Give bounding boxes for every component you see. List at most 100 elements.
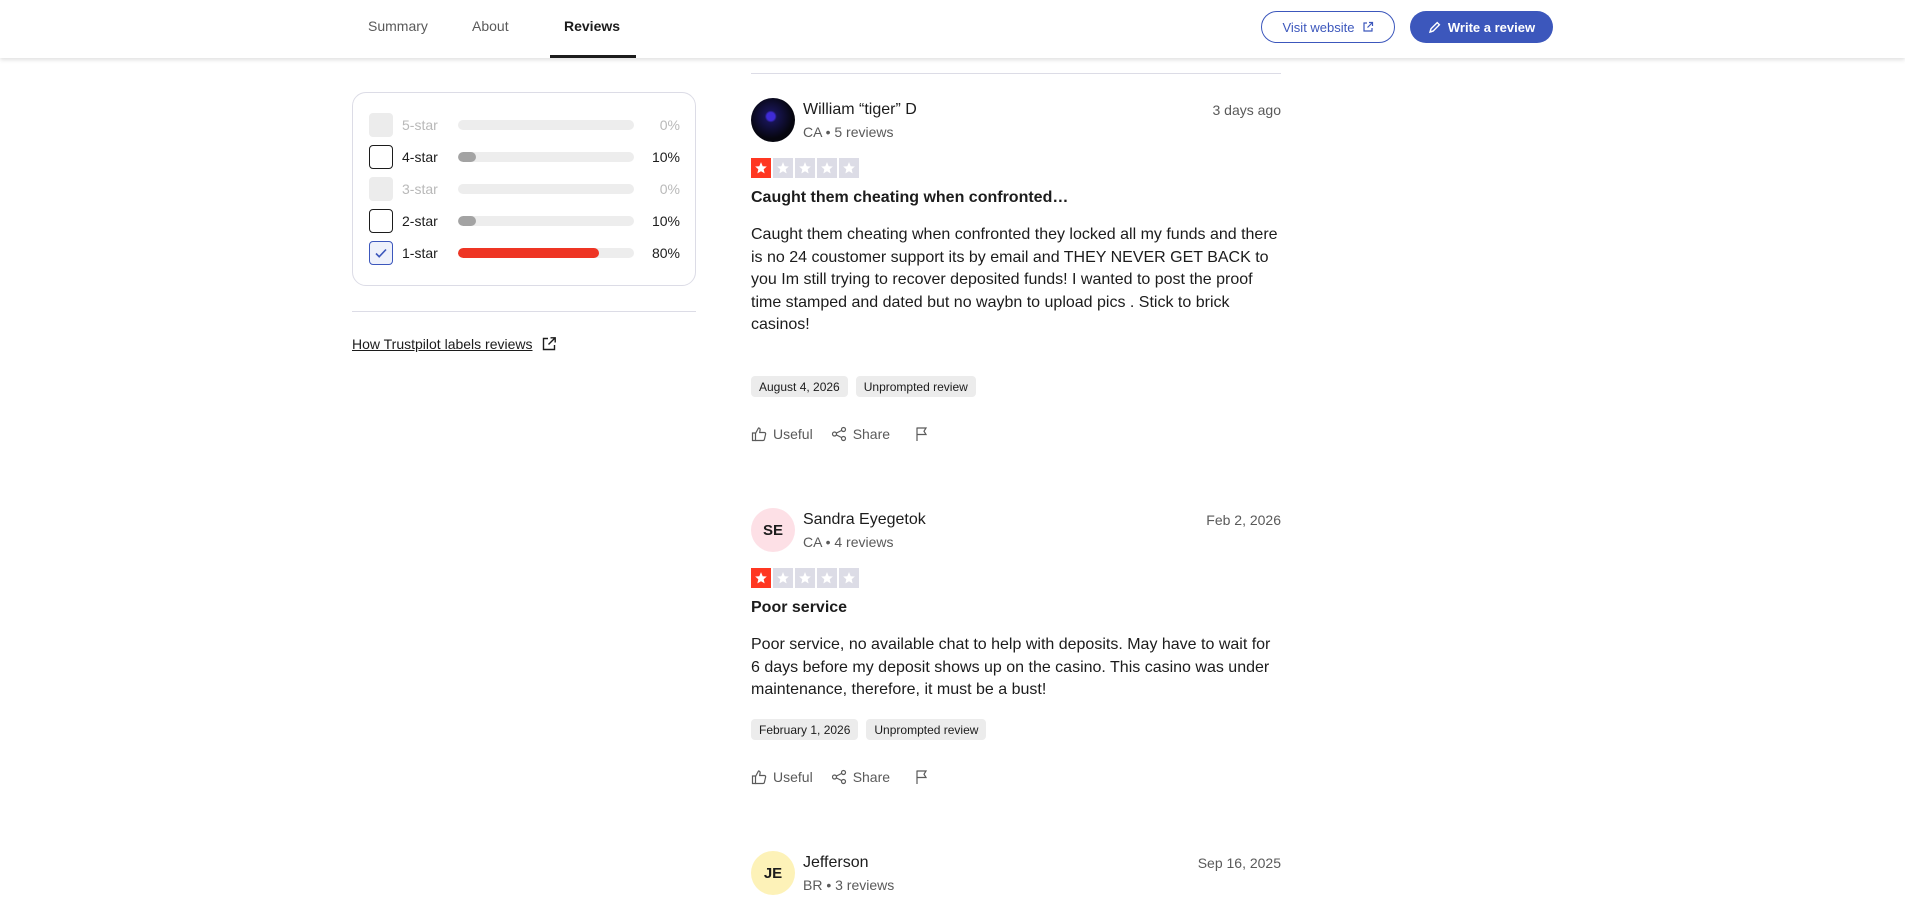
share-button[interactable]: Share: [831, 426, 890, 442]
star-icon: [795, 568, 815, 588]
filter-label: 4-star: [402, 149, 438, 165]
unprompted-review-badge[interactable]: Unprompted review: [866, 719, 987, 740]
review-actions: Useful Share: [751, 426, 930, 442]
star-rating: [751, 158, 859, 178]
report-flag-button[interactable]: [914, 426, 930, 442]
filter-bar-track: [458, 248, 634, 258]
filter-bar-fill: [458, 152, 476, 162]
filter-row-1-star[interactable]: 1-star 80%: [369, 240, 681, 266]
unprompted-review-badge[interactable]: Unprompted review: [855, 376, 976, 397]
tab-summary[interactable]: Summary: [352, 0, 448, 58]
thumbs-up-icon: [751, 770, 767, 785]
filter-row-4-star[interactable]: 4-star 10%: [369, 144, 681, 170]
filter-percent: 0%: [659, 181, 680, 197]
avatar[interactable]: JE: [751, 851, 795, 895]
reviewer-meta: BR • 3 reviews: [803, 877, 895, 893]
share-label: Share: [852, 426, 891, 442]
share-icon: [831, 769, 846, 785]
divider: [352, 311, 696, 312]
star-icon: [817, 158, 837, 178]
filter-row-2-star[interactable]: 2-star 10%: [369, 208, 681, 234]
filter-row-5-star[interactable]: 5-star 0%: [369, 112, 681, 138]
useful-button[interactable]: Useful: [751, 769, 813, 785]
filter-percent: 10%: [651, 213, 680, 229]
external-link-icon: [542, 337, 556, 351]
filter-bar-fill: [458, 248, 599, 258]
avatar[interactable]: [751, 98, 795, 142]
reviewer-meta: CA • 4 reviews: [803, 534, 894, 550]
review-actions: Useful Share: [751, 769, 930, 785]
review-date: Feb 2, 2026: [1206, 512, 1281, 528]
filter-percent: 80%: [651, 245, 680, 261]
section-tabs: Summary About Reviews: [352, 0, 636, 58]
filter-bar-track: [458, 120, 634, 130]
filter-percent: 10%: [651, 149, 680, 165]
write-review-button[interactable]: Write a review: [1410, 11, 1553, 43]
visit-website-button[interactable]: Visit website: [1261, 11, 1395, 43]
reviewer-name[interactable]: William “tiger” D: [803, 101, 917, 119]
avatar[interactable]: SE: [751, 508, 795, 552]
labels-link-text: How Trustpilot labels reviews: [352, 336, 533, 352]
divider: [751, 73, 1281, 74]
experience-date-badge: August 4, 2026: [751, 376, 848, 397]
star-icon: [817, 568, 837, 588]
star-icon: [773, 158, 793, 178]
reviewer-meta: CA • 5 reviews: [803, 124, 894, 140]
filter-checkbox-5-star[interactable]: [369, 113, 393, 137]
sticky-nav-bar: Summary About Reviews Visit website Writ…: [0, 0, 1905, 58]
filter-label: 3-star: [402, 181, 438, 197]
filter-label: 1-star: [402, 245, 438, 261]
review-title[interactable]: Poor service: [751, 599, 847, 617]
reviewer-name[interactable]: Jefferson: [803, 854, 869, 872]
star-icon: [751, 158, 771, 178]
filter-checkbox-1-star[interactable]: [369, 241, 393, 265]
useful-label: Useful: [773, 769, 813, 785]
filter-checkbox-4-star[interactable]: [369, 145, 393, 169]
thumbs-up-icon: [751, 427, 767, 442]
review-tags: February 1, 2026 Unprompted review: [751, 719, 987, 740]
reviewer-name[interactable]: Sandra Eyegetok: [803, 511, 926, 529]
share-icon: [831, 426, 846, 442]
review-body: Poor service, no available chat to help …: [751, 636, 1271, 698]
review-card: SE Sandra Eyegetok CA • 4 reviews Feb 2,…: [751, 508, 1281, 798]
filter-percent: 0%: [659, 117, 680, 133]
filter-bar-track: [458, 152, 634, 162]
tab-reviews[interactable]: Reviews: [550, 0, 636, 58]
review-title[interactable]: Caught them cheating when confronted…: [751, 189, 1068, 207]
share-label: Share: [852, 769, 891, 785]
checkmark-icon: [375, 248, 387, 258]
report-flag-button[interactable]: [914, 769, 930, 785]
star-icon: [751, 568, 771, 588]
how-trustpilot-labels-reviews-link[interactable]: How Trustpilot labels reviews: [352, 336, 557, 352]
review-date: Sep 16, 2025: [1197, 855, 1281, 871]
star-rating: [751, 568, 859, 588]
filter-bar-track: [458, 184, 634, 194]
visit-website-label: Visit website: [1282, 19, 1355, 35]
filter-bar-fill: [458, 216, 476, 226]
tab-about[interactable]: About: [448, 0, 528, 58]
filter-checkbox-3-star[interactable]: [369, 177, 393, 201]
experience-date-badge: February 1, 2026: [751, 719, 859, 740]
review-tags: August 4, 2026 Unprompted review: [751, 376, 976, 397]
filter-label: 2-star: [402, 213, 438, 229]
flag-icon: [916, 427, 928, 441]
star-filter-panel: 5-star 0% 4-star 10% 3-star 0% 2-star 10…: [352, 92, 696, 286]
review-body: Caught them cheating when confronted the…: [751, 226, 1278, 333]
useful-button[interactable]: Useful: [751, 426, 813, 442]
filter-row-3-star[interactable]: 3-star 0%: [369, 176, 681, 202]
filter-bar-track: [458, 216, 634, 226]
star-icon: [795, 158, 815, 178]
star-icon: [839, 568, 859, 588]
flag-icon: [916, 770, 928, 784]
share-button[interactable]: Share: [831, 769, 890, 785]
filter-label: 5-star: [402, 117, 438, 133]
external-link-icon: [1362, 21, 1373, 32]
star-icon: [839, 158, 859, 178]
filter-checkbox-2-star[interactable]: [369, 209, 393, 233]
pencil-icon: [1428, 21, 1441, 33]
review-date: 3 days ago: [1212, 102, 1282, 118]
write-review-label: Write a review: [1447, 19, 1536, 35]
star-icon: [773, 568, 793, 588]
review-card: JE Jefferson BR • 3 reviews Sep 16, 2025: [751, 851, 1281, 901]
useful-label: Useful: [773, 426, 813, 442]
